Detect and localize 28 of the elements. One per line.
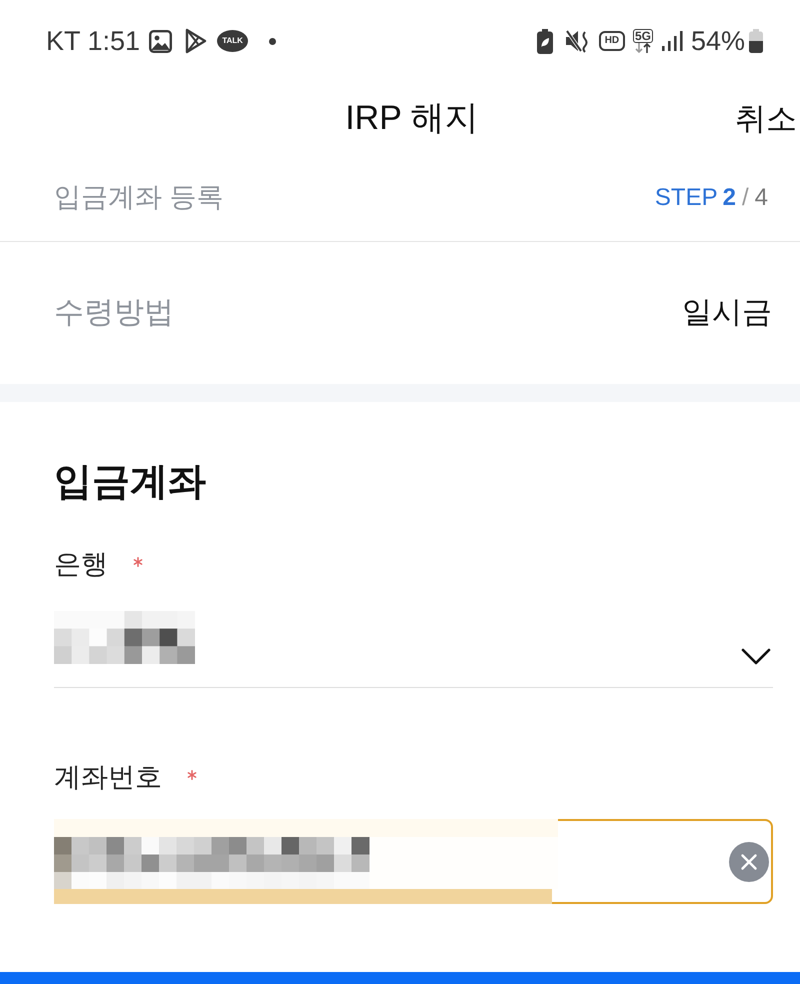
play-triangle-icon — [184, 28, 208, 54]
step-title: 입금계좌 등록 — [54, 184, 224, 211]
step-separator: / — [742, 186, 749, 210]
battery-icon — [749, 29, 763, 53]
receipt-method-value: 일시금 — [682, 298, 772, 328]
bank-select[interactable] — [54, 611, 773, 688]
dot-icon — [269, 38, 276, 44]
image-icon — [149, 30, 172, 52]
cancel-button[interactable]: 취소 — [735, 102, 800, 134]
battery-percent: 54% — [690, 28, 745, 54]
signal-bars-icon — [660, 31, 683, 51]
field-label: 계좌번호 — [54, 761, 162, 794]
carrier-time: KT 1:51 — [46, 28, 140, 54]
data-arrows-icon — [634, 43, 652, 53]
field-label: 은행 — [54, 548, 108, 581]
step-label: STEP — [654, 186, 718, 210]
step-total: 4 — [754, 186, 768, 210]
account-number-input[interactable] — [54, 819, 773, 904]
receipt-method-label: 수령방법 — [54, 298, 174, 328]
chevron-down-icon — [741, 648, 771, 665]
battery-leaf-icon — [536, 28, 553, 54]
step-current: 2 — [722, 186, 736, 210]
network-badge: 5G — [632, 29, 653, 43]
page-title: IRP 해지 — [344, 101, 479, 135]
clear-icon[interactable] — [729, 842, 769, 882]
chat-badge: TALK — [217, 30, 248, 52]
section-title: 입금계좌 — [54, 460, 206, 505]
hd-badge: HD — [598, 31, 625, 51]
